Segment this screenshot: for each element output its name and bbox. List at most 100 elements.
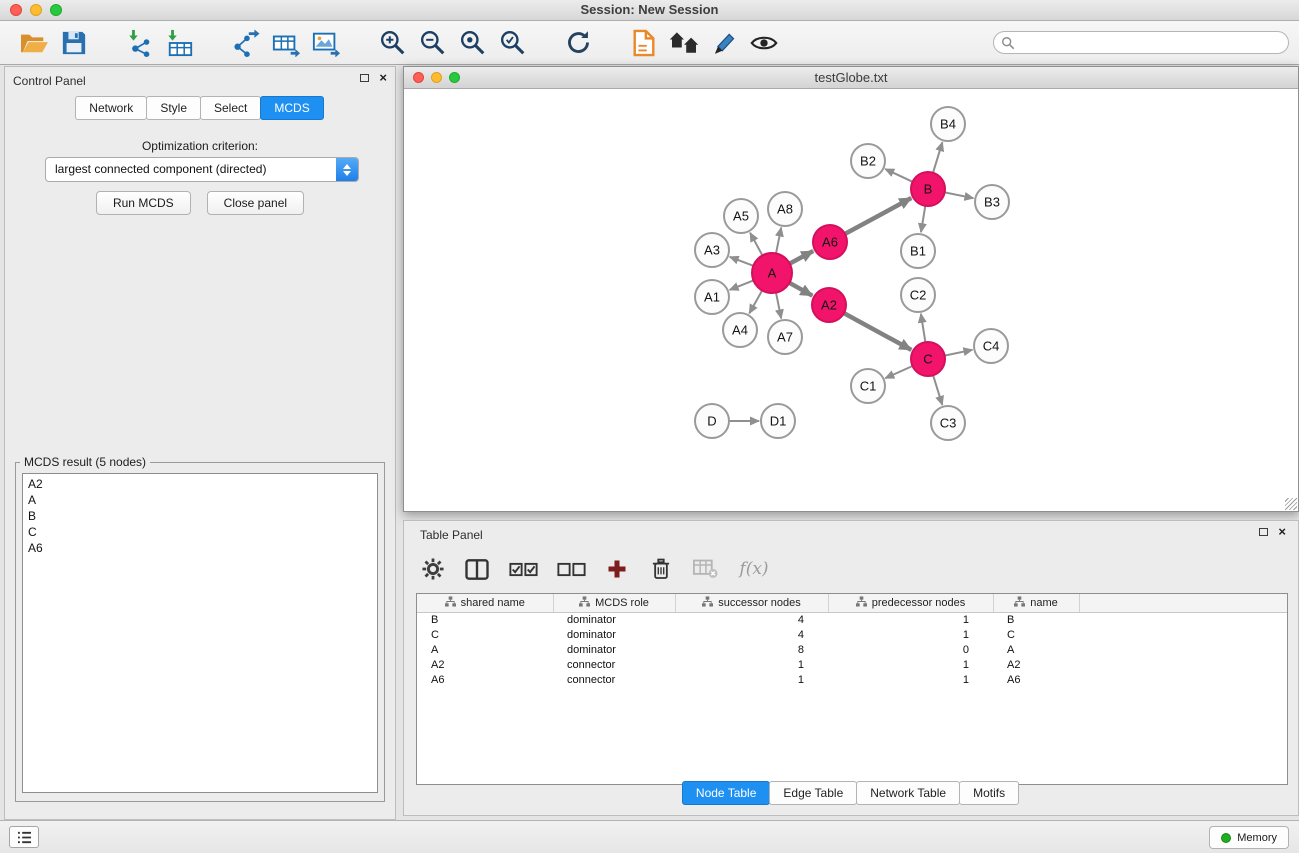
edge-A-A6[interactable]	[790, 251, 814, 264]
result-list-item[interactable]: A6	[28, 540, 372, 556]
node-A3[interactable]: A3	[695, 233, 729, 267]
edge-A-A1[interactable]	[730, 280, 754, 290]
close-table-panel-icon[interactable]: ×	[1278, 528, 1286, 536]
column-header-MCDS-role[interactable]: MCDS role	[553, 594, 675, 612]
edge-A6-B[interactable]	[845, 198, 911, 234]
network-minimize-button[interactable]	[431, 72, 442, 83]
delete-table-button[interactable]	[690, 553, 720, 585]
tab-edge-table[interactable]: Edge Table	[769, 781, 857, 805]
table-cell[interactable]: C	[993, 628, 1079, 643]
save-session-button[interactable]	[54, 24, 94, 62]
edge-A-A7[interactable]	[776, 293, 781, 319]
edge-B-B1[interactable]	[921, 206, 925, 232]
tab-network-table[interactable]: Network Table	[856, 781, 960, 805]
export-image-button[interactable]	[306, 24, 346, 62]
edge-C-C3[interactable]	[933, 375, 942, 405]
table-row[interactable]: Adominator80A	[417, 643, 1287, 658]
table-cell[interactable]: A6	[417, 673, 553, 688]
tab-style[interactable]: Style	[146, 96, 201, 120]
open-file-button[interactable]	[14, 24, 54, 62]
column-header-predecessor-nodes[interactable]: predecessor nodes	[828, 594, 993, 612]
table-cell[interactable]: 1	[828, 658, 993, 673]
add-column-button[interactable]	[602, 553, 632, 585]
edge-C-C1[interactable]	[885, 366, 912, 378]
zoom-out-button[interactable]	[412, 24, 452, 62]
table-cell[interactable]: A2	[417, 658, 553, 673]
table-cell[interactable]: 1	[675, 673, 828, 688]
annotation-button[interactable]	[704, 24, 744, 62]
table-cell[interactable]: dominator	[553, 612, 675, 628]
show-all-button[interactable]	[664, 24, 704, 62]
import-network-button[interactable]	[120, 24, 160, 62]
table-cell[interactable]: 0	[828, 643, 993, 658]
edge-A-A2[interactable]	[789, 283, 812, 296]
network-close-button[interactable]	[413, 72, 424, 83]
delete-column-button[interactable]	[646, 553, 676, 585]
table-cell[interactable]: 1	[828, 628, 993, 643]
column-header-successor-nodes[interactable]: successor nodes	[675, 594, 828, 612]
tab-motifs[interactable]: Motifs	[959, 781, 1019, 805]
show-hide-button[interactable]	[744, 24, 784, 62]
table-cell[interactable]: B	[417, 612, 553, 628]
float-table-panel-icon[interactable]	[1259, 528, 1268, 536]
node-A8[interactable]: A8	[768, 192, 802, 226]
show-panels-button[interactable]	[9, 826, 39, 848]
result-list-item[interactable]: A2	[28, 476, 372, 492]
zoom-in-button[interactable]	[372, 24, 412, 62]
close-window-button[interactable]	[10, 4, 22, 16]
node-A[interactable]: A	[752, 253, 792, 293]
table-cell[interactable]: dominator	[553, 628, 675, 643]
node-B[interactable]: B	[911, 172, 945, 206]
edge-C-C2[interactable]	[921, 314, 926, 342]
edge-C-C4[interactable]	[945, 350, 973, 356]
close-panel-button[interactable]: Close panel	[207, 191, 304, 215]
node-B3[interactable]: B3	[975, 185, 1009, 219]
node-D[interactable]: D	[695, 404, 729, 438]
table-cell[interactable]: connector	[553, 673, 675, 688]
node-A1[interactable]: A1	[695, 280, 729, 314]
table-cell[interactable]: 1	[675, 658, 828, 673]
close-panel-icon[interactable]: ×	[379, 74, 387, 82]
table-cell[interactable]: A	[417, 643, 553, 658]
node-A7[interactable]: A7	[768, 320, 802, 354]
table-row[interactable]: Cdominator41C	[417, 628, 1287, 643]
tab-network[interactable]: Network	[75, 96, 147, 120]
table-cell[interactable]: A2	[993, 658, 1079, 673]
table-cell[interactable]: C	[417, 628, 553, 643]
node-A2[interactable]: A2	[812, 288, 846, 322]
edge-B-B2[interactable]	[885, 169, 912, 182]
network-zoom-button[interactable]	[449, 72, 460, 83]
node-C3[interactable]: C3	[931, 406, 965, 440]
table-cell[interactable]: A6	[993, 673, 1079, 688]
node-B1[interactable]: B1	[901, 234, 935, 268]
table-cell[interactable]: 1	[828, 612, 993, 628]
table-settings-button[interactable]	[418, 553, 448, 585]
edge-B-B4[interactable]	[933, 142, 942, 173]
column-header-shared-name[interactable]: shared name	[417, 594, 553, 612]
function-builder-button[interactable]: f(x)	[734, 553, 774, 585]
search-input[interactable]	[1018, 33, 1282, 52]
result-list-item[interactable]: B	[28, 508, 372, 524]
edge-A-A3[interactable]	[730, 257, 754, 266]
edge-B-B3[interactable]	[945, 192, 974, 198]
tab-select[interactable]: Select	[200, 96, 261, 120]
node-C2[interactable]: C2	[901, 278, 935, 312]
zoom-fit-selected-button[interactable]	[452, 24, 492, 62]
node-A4[interactable]: A4	[723, 313, 757, 347]
node-C1[interactable]: C1	[851, 369, 885, 403]
edge-A-A5[interactable]	[750, 233, 762, 256]
node-C[interactable]: C	[911, 342, 945, 376]
result-list-item[interactable]: A	[28, 492, 372, 508]
table-cell[interactable]: A	[993, 643, 1079, 658]
apply-layout-button[interactable]	[558, 24, 598, 62]
edge-A-A8[interactable]	[776, 228, 781, 254]
table-row[interactable]: Bdominator41B	[417, 612, 1287, 628]
table-cell[interactable]: 4	[675, 612, 828, 628]
edge-A-A4[interactable]	[749, 290, 762, 313]
export-network-button[interactable]	[226, 24, 266, 62]
table-cell[interactable]: dominator	[553, 643, 675, 658]
optimization-dropdown[interactable]: largest connected component (directed)	[45, 157, 359, 182]
first-neighbors-button[interactable]	[624, 24, 664, 62]
tab-mcds[interactable]: MCDS	[260, 96, 323, 120]
result-list-item[interactable]: C	[28, 524, 372, 540]
